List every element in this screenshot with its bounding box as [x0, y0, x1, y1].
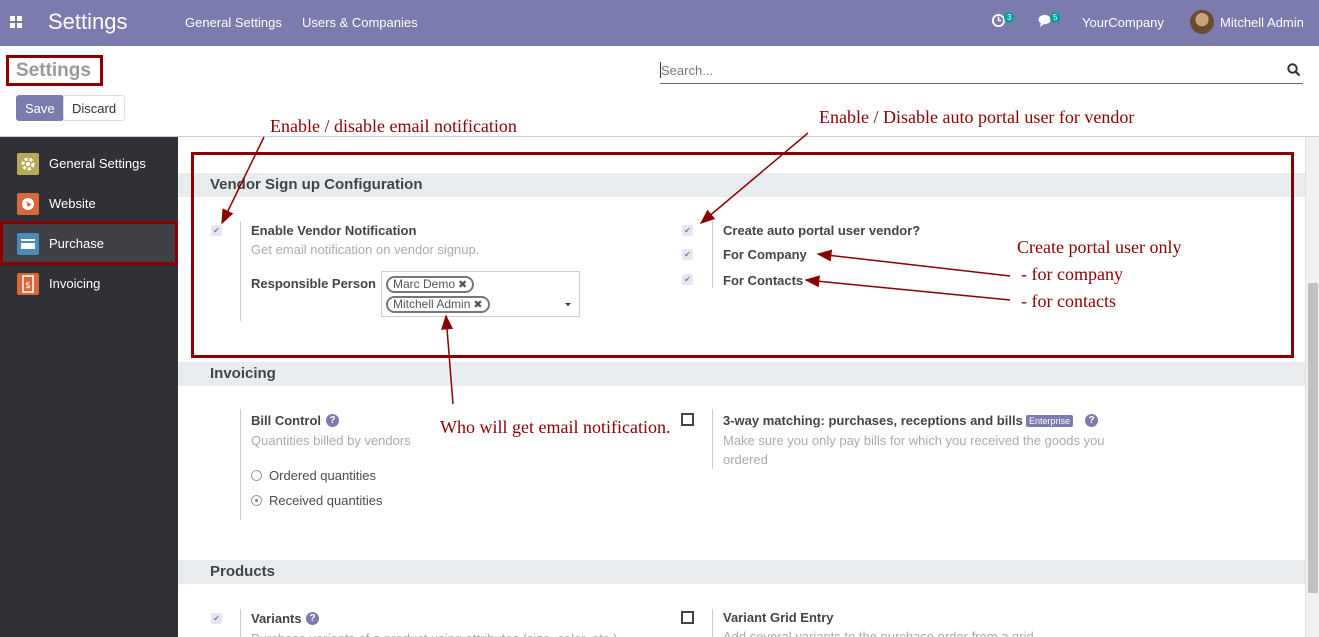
message-count-badge: 5 — [1050, 12, 1061, 23]
divider — [712, 609, 713, 637]
globe-icon — [17, 193, 39, 215]
user-menu[interactable]: Mitchell Admin — [1220, 15, 1304, 30]
sidebar-item-label: Invoicing — [49, 276, 101, 291]
help-icon[interactable]: ? — [306, 612, 319, 625]
three-way-matching-help-line2: ordered — [723, 452, 768, 467]
variants-help: Purchase variants of a product using att… — [251, 629, 617, 637]
received-quantities-radio[interactable] — [251, 495, 262, 506]
sidebar-item-label: Website — [49, 196, 96, 211]
sidebar-item-invoicing[interactable]: $ Invoicing — [0, 264, 178, 304]
top-navbar: Settings General Settings Users & Compan… — [0, 0, 1319, 46]
annotation-portal-only-line2: - for company — [1021, 264, 1123, 284]
menu-users-companies[interactable]: Users & Companies — [302, 15, 418, 30]
scrollbar-thumb[interactable] — [1308, 283, 1318, 593]
received-quantities-label: Received quantities — [269, 493, 383, 508]
help-icon[interactable]: ? — [1085, 414, 1098, 427]
apps-menu-icon[interactable] — [10, 16, 23, 29]
annotation-portal-only-line1: Create portal user only — [1017, 237, 1182, 257]
company-switcher[interactable]: YourCompany — [1082, 15, 1164, 30]
invoice-icon: $ — [17, 273, 39, 295]
three-way-matching-label: 3-way matching: purchases, receptions an… — [723, 413, 1023, 428]
menu-general-settings[interactable]: General Settings — [185, 15, 282, 30]
vertical-scrollbar[interactable] — [1305, 137, 1319, 637]
sidebar-item-label: Purchase — [49, 236, 104, 251]
sidebar-item-label: General Settings — [49, 156, 146, 171]
divider — [712, 409, 713, 469]
app-title: Settings — [48, 9, 128, 34]
annotation-auto-portal: Enable / Disable auto portal user for ve… — [819, 107, 1135, 127]
enterprise-badge: Enterprise — [1026, 415, 1074, 427]
sidebar-item-general-settings[interactable]: General Settings — [0, 144, 178, 184]
gear-icon — [17, 153, 39, 175]
discard-button[interactable]: Discard — [63, 95, 126, 121]
activity-count-badge: 3 — [1004, 12, 1015, 23]
variant-grid-label: Variant Grid Entry — [723, 610, 834, 625]
annotation-portal-only-line3: - for contacts — [1021, 291, 1116, 311]
user-avatar[interactable] — [1190, 10, 1214, 34]
section-heading-invoicing: Invoicing — [178, 362, 1305, 386]
three-way-matching-checkbox[interactable] — [681, 413, 694, 426]
search-input[interactable]: Search... — [660, 60, 1303, 84]
divider — [240, 609, 241, 637]
purchase-card-icon — [17, 233, 39, 255]
annotation-email-notification: Enable / disable email notification — [270, 116, 517, 136]
sidebar-item-website[interactable]: Website — [0, 184, 178, 224]
help-icon[interactable]: ? — [326, 414, 339, 427]
variants-checkbox[interactable]: ✔ — [211, 613, 222, 624]
search-icon[interactable] — [1287, 63, 1301, 77]
annotation-who-gets-email: Who will get email notification. — [440, 417, 671, 437]
bill-control-help: Quantities billed by vendors — [251, 433, 411, 448]
variant-grid-help: Add several variants to the purchase ord… — [723, 629, 1034, 637]
settings-sidebar: General Settings Website Purchase $ Invo… — [0, 137, 178, 637]
save-button[interactable]: Save — [16, 95, 64, 121]
search-placeholder: Search... — [661, 63, 714, 78]
section-heading-products: Products — [178, 560, 1305, 584]
ordered-quantities-label: Ordered quantities — [269, 468, 376, 483]
svg-text:$: $ — [25, 281, 31, 291]
bill-control-label: Bill Control — [251, 413, 322, 428]
divider — [240, 409, 241, 520]
page-title: Settings — [6, 55, 103, 86]
variant-grid-checkbox[interactable] — [681, 611, 694, 624]
three-way-matching-help-line1: Make sure you only pay bills for which y… — [723, 433, 1105, 448]
ordered-quantities-radio[interactable] — [251, 470, 262, 481]
variants-label: Variants — [251, 611, 302, 626]
sidebar-item-purchase[interactable]: Purchase — [0, 221, 178, 265]
